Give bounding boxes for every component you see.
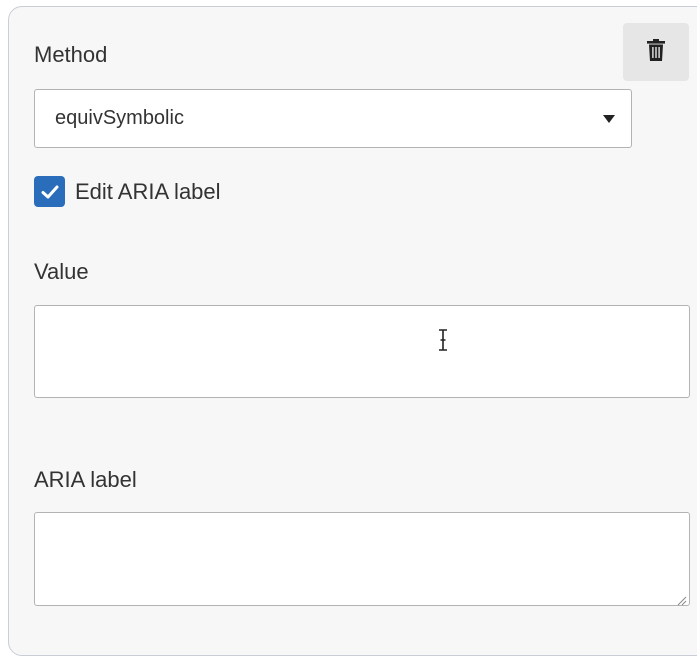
checkmark-icon [41,185,58,198]
edit-aria-label-checkbox[interactable] [34,176,65,207]
text-cursor-icon [437,328,449,352]
method-label: Method [34,42,108,67]
method-select[interactable]: equivSymbolic [34,89,632,148]
resize-handle-icon[interactable] [677,593,687,606]
aria-label-label: ARIA label [34,467,137,492]
aria-label-input[interactable] [34,512,690,606]
value-label: Value [34,259,89,284]
value-input[interactable] [34,305,690,398]
method-select-value: equivSymbolic [55,107,184,129]
aria-label-field-wrapper [34,512,690,606]
trash-icon [647,38,665,66]
edit-aria-label-text: Edit ARIA label [75,178,221,204]
edit-aria-label-toggle[interactable]: Edit ARIA label [34,176,221,207]
caret-down-icon [603,115,615,123]
delete-button[interactable] [623,23,689,81]
